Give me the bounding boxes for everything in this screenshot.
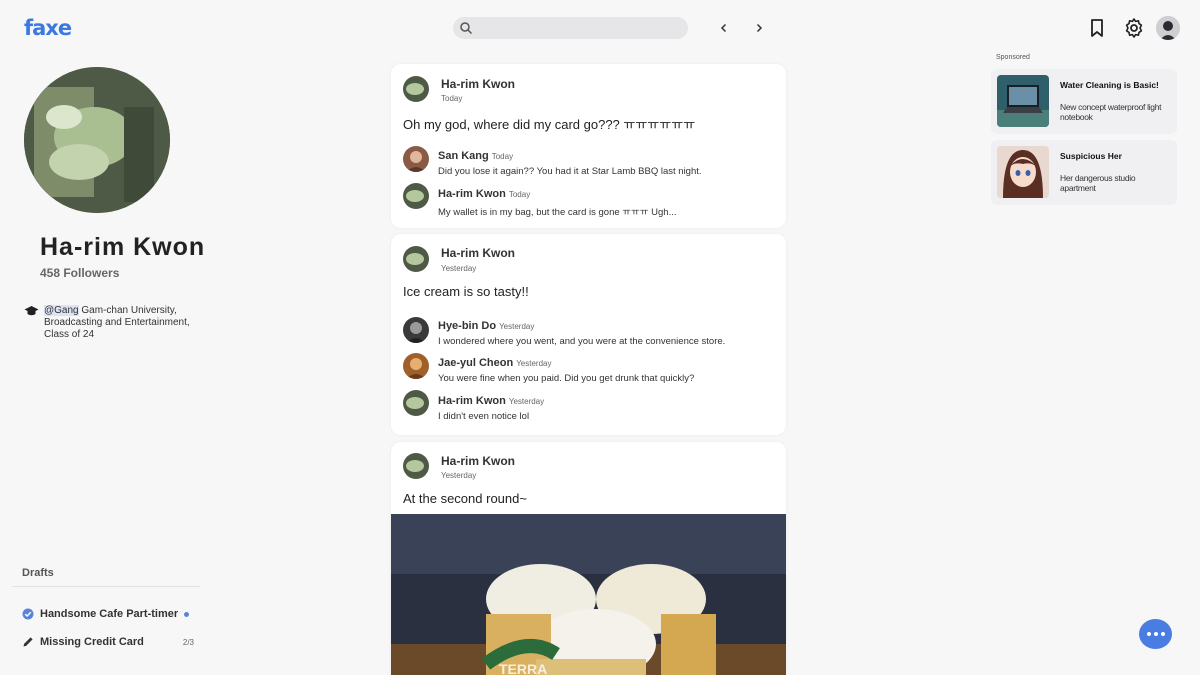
- comment-author[interactable]: Jae-yul Cheon: [438, 357, 513, 369]
- ad-thumbnail: [997, 75, 1049, 127]
- draft-label: Missing Credit Card: [40, 636, 144, 648]
- ad-card[interactable]: Suspicious Her Her dangerous studio apar…: [991, 140, 1177, 205]
- comment-author[interactable]: Hye-bin Do: [438, 320, 496, 332]
- drafts-divider: [12, 586, 200, 587]
- comment-avatar[interactable]: [403, 146, 429, 172]
- post-text: Oh my god, where did my card go??? ㅠㅠㅠㅠㅠ…: [403, 117, 696, 132]
- post-card: Ha-rim Kwon Today Oh my god, where did m…: [391, 64, 786, 228]
- post-author[interactable]: Ha-rim Kwon: [441, 454, 515, 468]
- post-card: Ha-rim Kwon Yesterday At the second roun…: [391, 442, 786, 675]
- forward-button[interactable]: [749, 18, 769, 38]
- settings-button[interactable]: [1122, 16, 1146, 40]
- check-circle-icon: [22, 608, 34, 620]
- comment-avatar[interactable]: [403, 317, 429, 343]
- graduation-cap-icon: [24, 306, 39, 316]
- chevron-left-icon: [720, 23, 727, 33]
- gear-icon: [1125, 18, 1143, 38]
- user-avatar-button[interactable]: [1156, 16, 1180, 40]
- comment-avatar[interactable]: [403, 183, 429, 209]
- ad-title: Water Cleaning is Basic!: [1060, 80, 1159, 90]
- comment: Ha-rim Kwon Yesterday I didn't even notic…: [438, 391, 778, 422]
- post-author[interactable]: Ha-rim Kwon: [441, 77, 515, 91]
- post-text: At the second round~: [403, 491, 527, 506]
- post-time: Yesterday: [441, 264, 477, 273]
- ad-thumbnail: [997, 146, 1049, 198]
- ad-card[interactable]: Water Cleaning is Basic! New concept wat…: [991, 69, 1177, 134]
- comment-text: I wondered where you went, and you were …: [438, 336, 726, 347]
- education-info: @Gang Gam-chan University, Broadcasting …: [24, 305, 214, 341]
- bookmark-button[interactable]: [1085, 16, 1109, 40]
- comment-text: Did you lose it again?? You had it at St…: [438, 166, 702, 177]
- user-avatar-icon: [1156, 16, 1180, 40]
- unread-dot: [184, 611, 190, 617]
- comment-time: Yesterday: [516, 359, 552, 368]
- post-photo[interactable]: TERRA: [391, 514, 786, 675]
- pencil-icon: [23, 637, 33, 647]
- comment-text: I didn't even notice lol: [438, 411, 530, 422]
- more-dots-icon: [1153, 632, 1158, 636]
- comment-author[interactable]: San Kang: [438, 150, 489, 162]
- comment-text: You were fine when you paid. Did you get…: [438, 373, 695, 384]
- app-logo[interactable]: faxe: [24, 16, 72, 40]
- ad-description: New concept waterproof light notebook: [1060, 102, 1162, 122]
- comment: Hye-bin Do Yesterday I wondered where you…: [438, 316, 778, 347]
- comment-avatar[interactable]: [403, 353, 429, 379]
- bookmark-icon: [1091, 19, 1103, 37]
- comment-author[interactable]: Ha-rim Kwon: [438, 188, 506, 200]
- draft-item-credit-card[interactable]: Missing Credit Card 2/3: [22, 636, 194, 648]
- profile-name: Ha-rim Kwon: [40, 233, 206, 261]
- more-dots-icon: [1160, 632, 1165, 636]
- post-card: Ha-rim Kwon Yesterday Ice cream is so ta…: [391, 234, 786, 435]
- chat-button[interactable]: [1139, 619, 1172, 649]
- comment: San Kang Today Did you lose it again?? Yo…: [438, 146, 778, 177]
- comment-text: My wallet is in my bag, but the card is …: [438, 207, 677, 218]
- draft-label: Handsome Cafe Part-timer: [40, 608, 179, 620]
- drafts-title: Drafts: [22, 567, 54, 579]
- comment-time: Today: [491, 152, 514, 161]
- ad-title: Suspicious Her: [1060, 151, 1122, 161]
- sponsored-label: Sponsored: [996, 54, 1030, 61]
- followers-count[interactable]: 458 Followers: [40, 266, 119, 280]
- comment-time: Yesterday: [499, 322, 535, 331]
- more-dots-icon: [1146, 632, 1151, 636]
- author-avatar[interactable]: [403, 453, 429, 479]
- back-button[interactable]: [714, 18, 734, 38]
- profile-photo: [24, 67, 170, 213]
- comment: Jae-yul Cheon Yesterday You were fine whe…: [438, 353, 778, 384]
- draft-item-cafe[interactable]: Handsome Cafe Part-timer: [22, 608, 194, 620]
- post-time: Today: [441, 94, 463, 103]
- comment: Ha-rim Kwon Today My wallet is in my bag,…: [438, 184, 778, 218]
- comment-time: Yesterday: [508, 397, 545, 406]
- ad-description: Her dangerous studio apartment: [1060, 173, 1136, 193]
- comment-time: Today: [508, 190, 531, 199]
- author-avatar[interactable]: [403, 76, 429, 102]
- university-handle[interactable]: @Gang: [44, 305, 79, 316]
- post-time: Yesterday: [441, 471, 477, 480]
- chevron-right-icon: [756, 23, 763, 33]
- search-input[interactable]: [453, 17, 688, 39]
- post-author[interactable]: Ha-rim Kwon: [441, 246, 515, 260]
- photo-label: TERRA: [499, 661, 547, 675]
- draft-count: 2/3: [182, 637, 194, 647]
- comment-avatar[interactable]: [403, 390, 429, 416]
- post-text: Ice cream is so tasty!!: [403, 284, 529, 299]
- search-icon: [460, 22, 473, 35]
- author-avatar[interactable]: [403, 246, 429, 272]
- comment-author[interactable]: Ha-rim Kwon: [438, 395, 506, 407]
